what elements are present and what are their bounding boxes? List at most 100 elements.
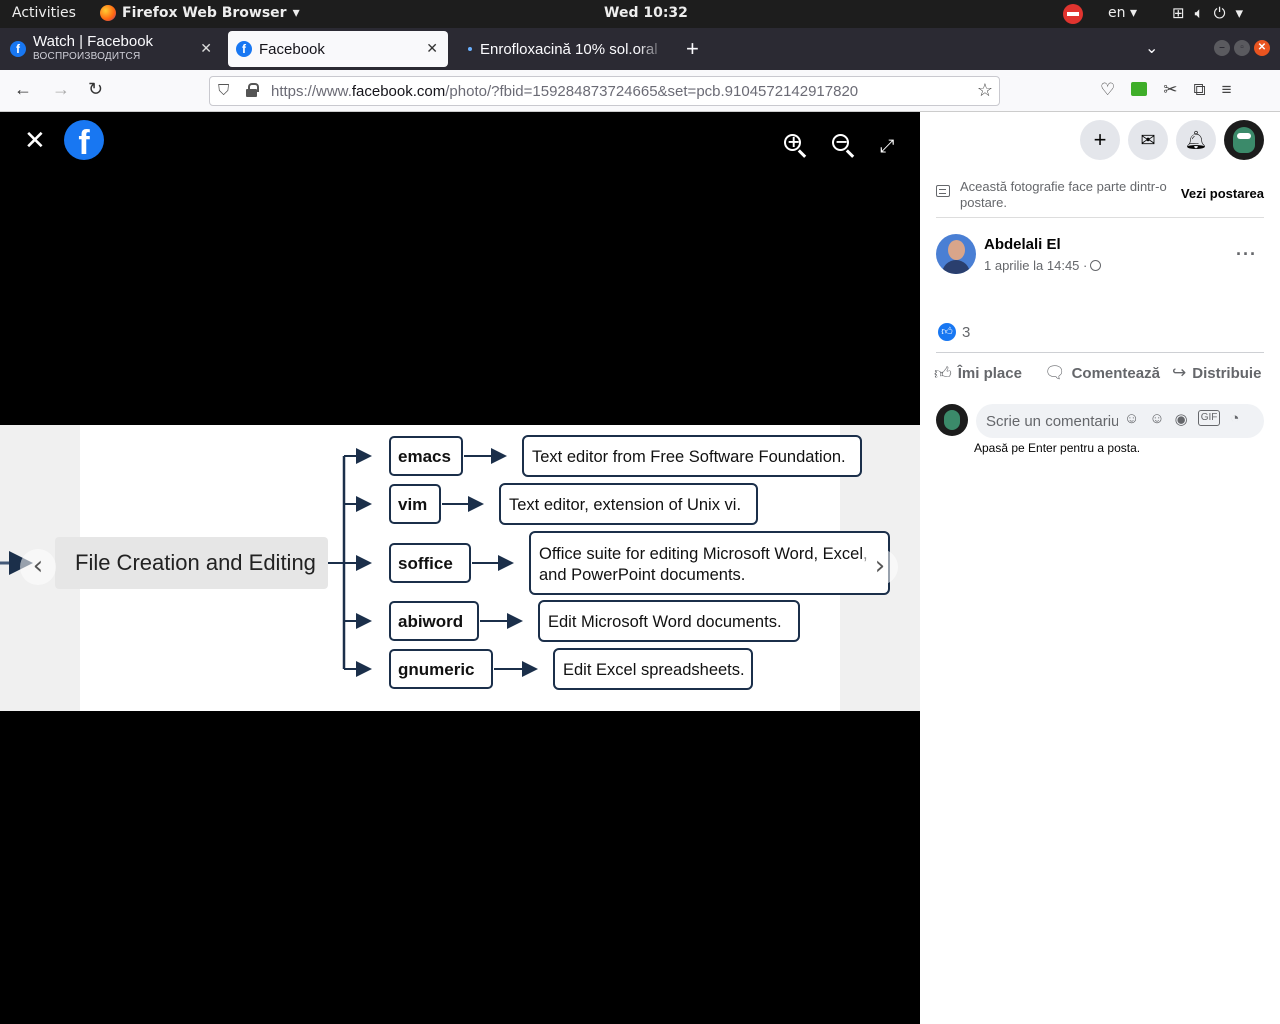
notifications-bell-icon[interactable]: 🔔︎ <box>1176 120 1216 160</box>
tab-title: Watch | Facebook <box>33 33 154 50</box>
pocket-icon[interactable]: ♡ <box>1100 80 1115 100</box>
fullscreen-icon[interactable]: ⤢ <box>880 136 894 157</box>
list-all-tabs-chevron-icon[interactable]: ⌄ <box>1145 38 1158 58</box>
avatar-sticker-icon[interactable]: ☺ <box>1124 410 1139 428</box>
network-icon: ⊞ <box>1172 4 1185 22</box>
diagram-command-label: emacs <box>398 447 451 466</box>
language-indicator[interactable]: en ▾ <box>1108 5 1137 21</box>
lock-icon[interactable] <box>246 83 259 97</box>
diagram-description-text: Text editor from Free Software Foundatio… <box>532 448 846 466</box>
diagram-root-label: File Creation and Editing <box>75 550 316 575</box>
diagram-command-label: abiword <box>398 612 463 631</box>
comment-bubble-icon: 🗨︎ <box>1044 363 1066 382</box>
window-controls: – ▫ ✕ <box>1214 40 1270 56</box>
zoom-in-icon[interactable]: + <box>782 132 808 158</box>
extension-green-icon[interactable] <box>1131 82 1148 96</box>
extensions-puzzle-icon[interactable]: ⧉ <box>1194 80 1206 100</box>
post-side-panel: + ✉ 🔔︎ Această fotografie face parte din… <box>920 112 1280 1024</box>
like-count[interactable]: 3 <box>962 324 970 341</box>
bookmark-star-icon[interactable]: ☆ <box>977 80 993 101</box>
divider <box>936 352 1264 353</box>
back-arrow-icon[interactable]: ← <box>14 79 32 100</box>
activities-button[interactable]: Activities <box>12 5 76 21</box>
commenter-avatar[interactable] <box>936 404 968 436</box>
clock[interactable]: Wed 10:32 <box>604 5 688 21</box>
language-label: en <box>1108 5 1126 21</box>
gif-icon[interactable]: GIF <box>1197 410 1221 426</box>
new-tab-plus-icon[interactable]: + <box>686 36 699 62</box>
camera-icon[interactable]: ◉ <box>1175 410 1188 428</box>
diagram-description-text: Text editor, extension of Unix vi. <box>509 496 741 514</box>
diagram-command-label: soffice <box>398 554 453 573</box>
forward-arrow-icon[interactable]: → <box>52 79 70 100</box>
chevron-down-icon: ▾ <box>1235 4 1243 22</box>
document-icon <box>936 185 950 197</box>
more-options-icon[interactable]: ··· <box>1236 244 1257 265</box>
comment-tools: ☺ ☺ ◉ GIF ◔ <box>1124 410 1239 428</box>
messenger-icon[interactable]: ✉ <box>1128 120 1168 160</box>
author-name[interactable]: Abdelali El <box>984 236 1061 253</box>
emoji-icon[interactable]: ☺ <box>1149 410 1164 428</box>
do-not-disturb-icon[interactable] <box>1063 4 1083 24</box>
tab-watch-facebook[interactable]: f Watch | Facebook ВОСПРОИЗВОДИТСЯ ✕ <box>2 31 222 67</box>
tab-title: Enrofloxacină 10% sol.oral <box>480 40 658 58</box>
photo-viewer: ✕ f + − ⤢ File Creation and Editing emacs… <box>0 112 920 1024</box>
minimize-icon[interactable]: – <box>1214 40 1230 56</box>
tab-enrofloxacina[interactable]: Enrofloxacină 10% sol.oral <box>460 31 674 67</box>
next-photo-chevron-icon[interactable]: › <box>862 549 898 585</box>
url-text[interactable]: https://www.facebook.com/photo/?fbid=159… <box>271 83 858 100</box>
thumbs-up-icon: 👍︎ <box>934 364 952 383</box>
reload-icon[interactable]: ↻ <box>88 79 103 100</box>
diagram-description-box <box>529 531 890 595</box>
extension-tools-icon[interactable]: ✂ <box>1163 80 1177 100</box>
close-viewer-icon[interactable]: ✕ <box>24 128 46 154</box>
diagram-description-text: Edit Microsoft Word documents. <box>548 613 782 631</box>
create-plus-icon[interactable]: + <box>1080 120 1120 160</box>
facebook-favicon-icon: f <box>10 41 26 57</box>
diagram-command-label: vim <box>398 495 427 514</box>
close-tab-icon[interactable]: ✕ <box>426 40 438 57</box>
share-button[interactable]: ↪ Distribuie <box>1172 363 1261 383</box>
maximize-icon[interactable]: ▫ <box>1234 40 1250 56</box>
notice-text: Această fotografie face parte dintr-o po… <box>960 179 1167 210</box>
power-icon: ⏻ <box>1213 4 1226 22</box>
author-avatar[interactable] <box>936 234 976 274</box>
url-bar[interactable]: ⛉ https://www.facebook.com/photo/?fbid=1… <box>209 76 1000 106</box>
sticker-icon[interactable]: ◔ <box>1230 410 1239 428</box>
post-date[interactable]: 1 aprilie la 14:45 · <box>984 258 1102 273</box>
diagram-description-text: Edit Excel spreadsheets. <box>563 661 745 679</box>
tab-loading-dot-icon <box>468 47 472 51</box>
system-menu[interactable]: ⊞ 🔈︎ ⏻ ▾ <box>1172 4 1243 22</box>
close-window-icon[interactable]: ✕ <box>1254 40 1270 56</box>
close-tab-icon[interactable]: ✕ <box>200 40 212 57</box>
post-notice: Această fotografie face parte dintr-o po… <box>936 178 1264 218</box>
zoom-out-icon[interactable]: − <box>830 132 856 158</box>
system-top-bar: Activities Firefox Web Browser ▾ Wed 10:… <box>0 0 1280 28</box>
facebook-logo-icon[interactable]: f <box>64 120 104 160</box>
like-button[interactable]: 👍︎ Îmi place <box>934 363 1022 384</box>
comment-button[interactable]: 🗨︎ Comentează <box>1044 363 1160 383</box>
toolbar-extensions: ♡ ✂ ⧉ ≡ <box>1100 80 1232 100</box>
comment-hint: Apasă pe Enter pentru a posta. <box>974 441 1141 455</box>
globe-icon <box>1090 260 1102 271</box>
hamburger-menu-icon[interactable]: ≡ <box>1222 80 1232 100</box>
share-arrow-icon: ↪ <box>1172 363 1187 382</box>
app-menu-label: Firefox Web Browser <box>122 5 287 21</box>
account-avatar[interactable] <box>1224 120 1264 160</box>
navigation-toolbar: ← → ↻ ⛉ https://www.facebook.com/photo/?… <box>0 70 1280 112</box>
app-menu[interactable]: Firefox Web Browser ▾ <box>100 5 300 21</box>
photo-diagram: File Creation and Editing emacs Text edito… <box>0 435 890 690</box>
diagram-description-text: and PowerPoint documents. <box>539 566 745 584</box>
firefox-icon <box>100 5 116 21</box>
like-reaction-icon[interactable]: 👍︎ <box>938 323 956 341</box>
facebook-favicon-icon: f <box>236 41 252 57</box>
chevron-down-icon: ▾ <box>292 5 300 21</box>
comment-input[interactable] <box>986 410 1118 432</box>
tab-playing-label: ВОСПРОИЗВОДИТСЯ <box>33 51 141 62</box>
tab-title: Facebook <box>259 40 325 58</box>
view-post-link[interactable]: Vezi postarea <box>1181 186 1264 201</box>
volume-icon: 🔈︎ <box>1194 4 1204 22</box>
tracking-protection-shield-icon[interactable]: ⛉ <box>218 82 229 99</box>
tab-facebook[interactable]: f Facebook ✕ <box>228 31 448 67</box>
previous-photo-chevron-icon[interactable]: ‹ <box>20 549 56 585</box>
